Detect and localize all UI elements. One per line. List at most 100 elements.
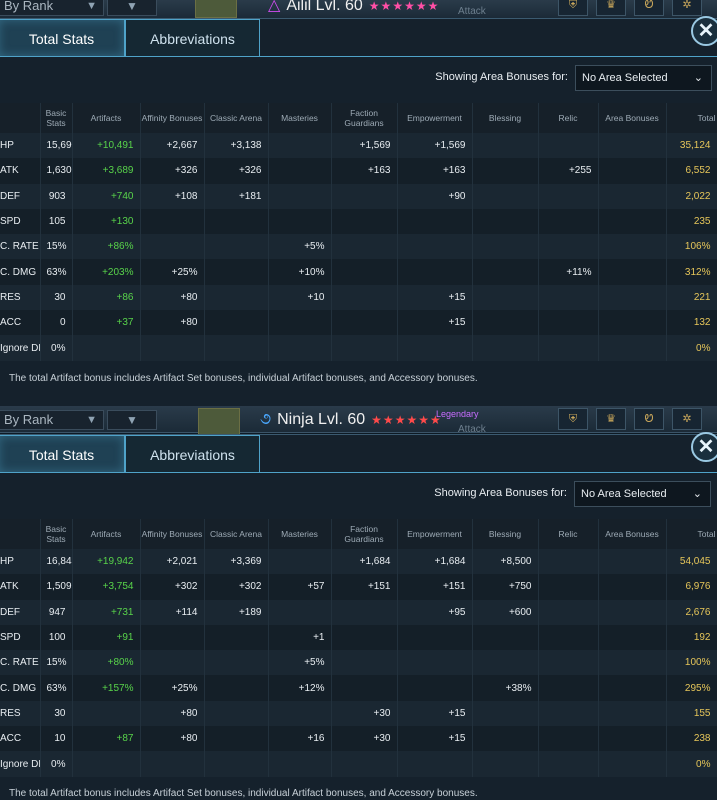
cell-masteries: +10% — [268, 259, 332, 285]
cell-empowerment: +163 — [397, 158, 473, 184]
cell-blessing — [472, 650, 539, 676]
cell-stat: SPD — [0, 624, 41, 651]
cell-affinity: +108 — [140, 183, 205, 209]
chest-armor-icon[interactable]: ⛨ — [558, 408, 588, 430]
cell-total: 6,976 — [666, 574, 717, 600]
cell-masteries: +10 — [268, 284, 332, 311]
champion-portrait[interactable] — [198, 408, 240, 436]
cell-total: 106% — [666, 234, 717, 260]
cell-masteries: +5% — [268, 234, 332, 260]
cell-guardians — [331, 335, 398, 361]
artifact-footnote: The total Artifact bonus includes Artifa… — [9, 373, 478, 384]
cell-total: 312% — [666, 259, 717, 285]
column-header-stat — [0, 103, 41, 133]
cell-empowerment — [397, 650, 473, 676]
tab-total-stats[interactable]: Total Stats — [0, 435, 125, 473]
cell-masteries: +5% — [268, 650, 332, 676]
swirl-icon[interactable]: Ꮼ — [634, 408, 664, 430]
cell-masteries — [268, 133, 332, 159]
cell-relic — [538, 574, 599, 600]
cell-artifacts: +10,491 — [72, 133, 141, 159]
cell-total: 35,124 — [666, 133, 717, 159]
stats-screen-ailil: By Rank ▼ ▼ △ Ailil Lvl. 60 ★★★★★★ Attack … — [0, 0, 717, 406]
cell-stat: C. RATE — [0, 234, 41, 260]
cell-masteries — [268, 549, 332, 575]
table-row: DEF 903 +740 +108 +181 +90 2,022 — [0, 183, 717, 209]
tab-bar: Total Stats Abbreviations ✕ — [0, 432, 717, 473]
cell-total: 295% — [666, 675, 717, 701]
cell-arena — [204, 726, 269, 752]
cell-total: 238 — [666, 726, 717, 752]
cell-basic: 15% — [40, 234, 73, 260]
area-bonus-dropdown[interactable]: No Area Selected ⌄ — [574, 481, 711, 507]
cell-affinity: +80 — [140, 310, 205, 336]
gear-icon[interactable]: ✲ — [672, 0, 702, 16]
cell-artifacts: +86% — [72, 234, 141, 260]
column-header-guardians: Faction Guardians — [331, 519, 398, 549]
cell-arena — [204, 208, 269, 235]
cell-arena: +181 — [204, 183, 269, 209]
tab-abbreviations[interactable]: Abbreviations — [125, 435, 260, 473]
column-header-area: Area Bonuses — [598, 519, 667, 549]
funnel-icon[interactable]: ▼ — [107, 410, 157, 430]
stats-screen-ninja: By Rank ▼ ▼ ૭ Ninja Lvl. 60 ★★★★★★ Legenda… — [0, 406, 717, 800]
cell-relic — [538, 183, 599, 209]
cell-arena — [204, 310, 269, 336]
cell-total: 2,022 — [666, 183, 717, 209]
tab-abbreviations[interactable]: Abbreviations — [125, 19, 260, 57]
cell-empowerment: +95 — [397, 599, 473, 625]
cell-empowerment — [397, 259, 473, 285]
cell-affinity — [140, 624, 205, 651]
helmet-icon[interactable]: ♛ — [596, 408, 626, 430]
funnel-icon[interactable]: ▼ — [107, 0, 157, 16]
gear-icon[interactable]: ✲ — [672, 408, 702, 430]
close-icon[interactable]: ✕ — [691, 16, 717, 46]
cell-blessing: +8,500 — [472, 549, 539, 575]
helmet-icon[interactable]: ♛ — [596, 0, 626, 16]
cell-empowerment: +15 — [397, 284, 473, 311]
column-header-total: Total — [666, 103, 717, 133]
game-header-bar: By Rank ▼ ▼ ૭ Ninja Lvl. 60 ★★★★★★ Legenda… — [0, 406, 717, 436]
chevron-down-icon: ⌄ — [692, 488, 702, 500]
chevron-down-icon: ⌄ — [693, 72, 703, 84]
cell-blessing: +38% — [472, 675, 539, 701]
column-header-empowerment: Empowerment — [397, 103, 473, 133]
cell-area — [598, 751, 667, 777]
total-stats-panel: Total Stats Abbreviations ✕ Showing Area… — [0, 16, 717, 406]
cell-arena: +326 — [204, 158, 269, 184]
swirl-icon[interactable]: Ꮼ — [634, 0, 664, 16]
void-swirl-affinity-icon: ૭ — [260, 411, 272, 428]
artifact-footnote: The total Artifact bonus includes Artifa… — [9, 788, 478, 799]
champion-portrait[interactable] — [195, 0, 237, 18]
rank-sort-dropdown[interactable]: By Rank ▼ — [0, 410, 104, 430]
cell-guardians: +163 — [331, 158, 398, 184]
area-bonus-row: Showing Area Bonuses for: No Area Select… — [0, 63, 717, 93]
table-row: C. RATE 15% +80% +5% 100% — [0, 650, 717, 676]
cell-masteries — [268, 700, 332, 727]
tab-total-stats[interactable]: Total Stats — [0, 19, 125, 57]
close-icon[interactable]: ✕ — [691, 432, 717, 462]
cell-blessing — [472, 234, 539, 260]
cell-artifacts — [72, 700, 141, 727]
rank-sort-dropdown[interactable]: By Rank ▼ — [0, 0, 104, 16]
cell-blessing — [472, 700, 539, 727]
cell-area — [598, 574, 667, 600]
cell-empowerment: +151 — [397, 574, 473, 600]
cell-stat: RES — [0, 700, 41, 727]
column-header-relic: Relic — [538, 519, 599, 549]
chest-armor-icon[interactable]: ⛨ — [558, 0, 588, 16]
cell-stat: HP — [0, 549, 41, 575]
column-header-masteries: Masteries — [268, 103, 332, 133]
cell-blessing — [472, 133, 539, 159]
cell-arena: +189 — [204, 599, 269, 625]
table-row: HP15,690+10,491+2,667+3,138 +1,569+1,569 3… — [0, 133, 717, 159]
cell-blessing — [472, 751, 539, 777]
area-bonus-dropdown[interactable]: No Area Selected ⌄ — [575, 65, 712, 91]
cell-arena — [204, 751, 269, 777]
cell-arena — [204, 335, 269, 361]
table-row: ACC 10 +87 +80 +16 +30 +15 238 — [0, 726, 717, 752]
cell-masteries — [268, 208, 332, 235]
cell-masteries — [268, 599, 332, 625]
cell-blessing — [472, 726, 539, 752]
cell-arena: +3,369 — [204, 549, 269, 575]
